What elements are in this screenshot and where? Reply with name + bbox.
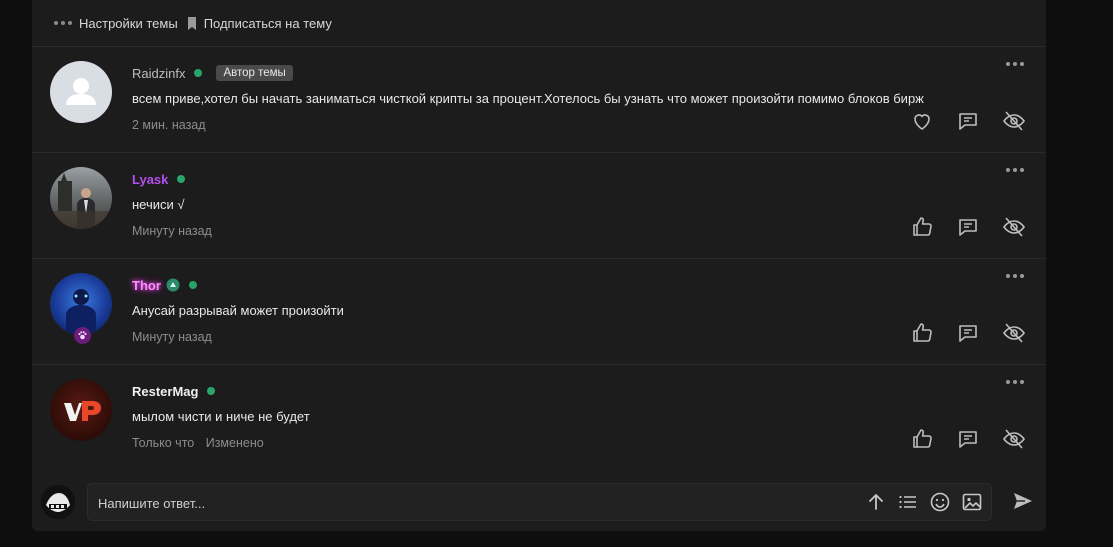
post-meta: Только что Изменено <box>132 436 264 450</box>
avatar[interactable] <box>41 485 75 519</box>
post-header: ResterMag <box>132 382 216 400</box>
post-actions <box>910 215 1026 239</box>
post-meta: Минуту назад <box>132 330 212 344</box>
paw-badge-icon <box>74 327 91 344</box>
reply-composer <box>32 468 1046 531</box>
default-user-avatar-icon <box>66 78 96 105</box>
hide-icon[interactable] <box>1002 427 1026 451</box>
thread-toolbar: Настройки темы Подписаться на тему <box>32 0 1046 47</box>
reply-icon[interactable] <box>956 109 980 133</box>
thumbs-up-icon[interactable] <box>910 215 934 239</box>
reply-input-box <box>87 483 992 522</box>
composer-tools <box>865 491 983 513</box>
post-header: Raidzinfx Автор темы <box>132 64 293 82</box>
reply-icon[interactable] <box>956 215 980 239</box>
emoji-icon[interactable] <box>929 491 951 513</box>
logo-avatar-icon <box>64 401 101 421</box>
thread-panel: Настройки темы Подписаться на тему Raidz… <box>32 0 1046 531</box>
online-indicator <box>207 387 216 395</box>
thumbs-up-icon[interactable] <box>910 427 934 451</box>
author-badge: Автор темы <box>216 65 293 81</box>
photo-avatar-icon <box>66 289 96 335</box>
list-icon[interactable] <box>897 491 919 513</box>
post-text: всем приве,хотел бы начать заниматься чи… <box>132 91 924 106</box>
post-header: Lyask <box>132 170 186 188</box>
post-text: мылом чисти и ниче не будет <box>132 409 310 424</box>
online-indicator <box>194 69 203 77</box>
reply-icon[interactable] <box>956 321 980 345</box>
hide-icon[interactable] <box>1002 215 1026 239</box>
online-indicator <box>188 281 197 289</box>
heart-icon[interactable] <box>910 109 934 133</box>
avatar[interactable] <box>50 167 112 229</box>
username[interactable]: ResterMag <box>132 384 198 399</box>
post-actions <box>910 321 1026 345</box>
more-dots-icon[interactable] <box>54 21 72 25</box>
post-item: Lyask нечиси √ Минуту назад <box>32 153 1046 259</box>
hide-icon[interactable] <box>1002 109 1026 133</box>
post-text: нечиси √ <box>132 197 185 212</box>
photo-avatar-icon <box>50 173 112 229</box>
post-meta: Минуту назад <box>132 224 212 238</box>
current-user-avatar-icon <box>41 485 75 519</box>
post-time[interactable]: Минуту назад <box>132 224 212 238</box>
post-more-icon[interactable] <box>1006 274 1024 278</box>
send-icon[interactable] <box>1012 490 1034 512</box>
post-text: Анусай разрывай может произойти <box>132 303 344 318</box>
image-icon[interactable] <box>961 491 983 513</box>
post-time[interactable]: Только что <box>132 436 194 450</box>
avatar[interactable] <box>50 61 112 123</box>
post-item: Raidzinfx Автор темы всем приве,хотел бы… <box>32 47 1046 153</box>
edited-label[interactable]: Изменено <box>206 436 264 450</box>
post-item: ResterMag мылом чисти и ниче не будет То… <box>32 365 1046 470</box>
post-item: Thor Анусай разрывай может произойти Мин… <box>32 259 1046 365</box>
subscribe-link[interactable]: Подписаться на тему <box>204 16 332 31</box>
arrow-up-icon[interactable] <box>865 491 887 513</box>
post-header: Thor <box>132 276 197 294</box>
user-status-icon <box>166 278 180 292</box>
username[interactable]: Thor <box>132 278 161 293</box>
bookmark-icon[interactable] <box>187 16 197 30</box>
post-actions <box>910 427 1026 451</box>
post-actions <box>910 109 1026 133</box>
post-more-icon[interactable] <box>1006 168 1024 172</box>
post-more-icon[interactable] <box>1006 380 1024 384</box>
post-more-icon[interactable] <box>1006 62 1024 66</box>
reply-input[interactable] <box>96 484 660 522</box>
thumbs-up-icon[interactable] <box>910 321 934 345</box>
post-time[interactable]: 2 мин. назад <box>132 118 206 132</box>
username[interactable]: Raidzinfx <box>132 66 185 81</box>
post-meta: 2 мин. назад <box>132 118 206 132</box>
avatar[interactable] <box>50 273 112 335</box>
online-indicator <box>177 175 186 183</box>
thread-settings-link[interactable]: Настройки темы <box>79 16 178 31</box>
post-time[interactable]: Минуту назад <box>132 330 212 344</box>
reply-icon[interactable] <box>956 427 980 451</box>
username[interactable]: Lyask <box>132 172 168 187</box>
hide-icon[interactable] <box>1002 321 1026 345</box>
avatar[interactable] <box>50 379 112 441</box>
